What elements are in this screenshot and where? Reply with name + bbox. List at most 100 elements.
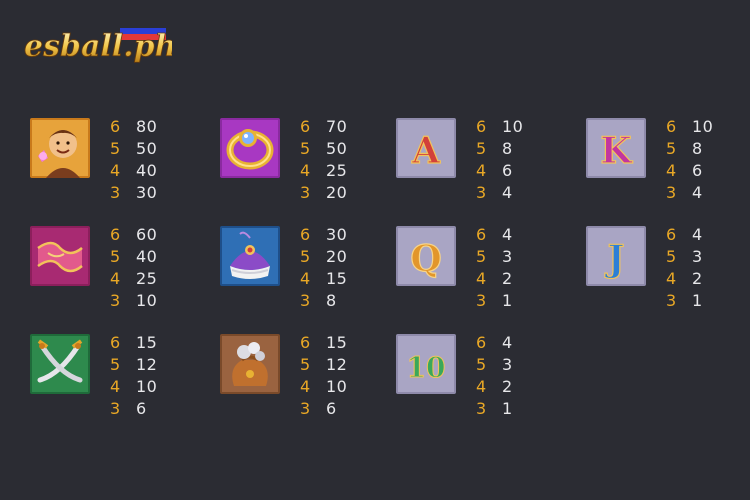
- match-count: 4: [300, 161, 311, 180]
- pay-row: 42: [666, 268, 746, 290]
- turban-icon: [220, 226, 280, 286]
- coin-bag-icon: [220, 334, 280, 394]
- match-count: 3: [666, 183, 677, 202]
- match-count: 3: [300, 291, 311, 310]
- payout: 80: [136, 117, 158, 136]
- pay-row: 42: [476, 376, 556, 398]
- ring-icon: [220, 118, 280, 178]
- pay-row: 31: [476, 398, 556, 420]
- pay-row: 31: [476, 290, 556, 312]
- pay-row: 5 12: [110, 354, 190, 376]
- pay-row: 64: [666, 224, 746, 246]
- payout: 12: [136, 355, 158, 374]
- match-count: 4: [110, 269, 121, 288]
- payout: 10: [692, 117, 714, 136]
- match-count: 4: [110, 377, 121, 396]
- payout: 10: [136, 377, 158, 396]
- match-count: 3: [476, 183, 487, 202]
- match-count: 5: [666, 139, 677, 158]
- pay-row: 34: [666, 182, 746, 204]
- match-count: 6: [300, 117, 311, 136]
- symbol-q: Q 64 53 42 31: [396, 224, 566, 316]
- pay-row: 4 10: [110, 376, 190, 398]
- match-count: 6: [300, 333, 311, 352]
- pay-row: 64: [476, 224, 556, 246]
- pay-row: 36: [300, 398, 380, 420]
- payout: 1: [692, 291, 703, 310]
- number-10-icon: 10: [396, 334, 456, 394]
- pay-row: 5 20: [300, 246, 380, 268]
- symbol-j: J 64 53 42 31: [586, 224, 750, 316]
- match-count: 4: [300, 377, 311, 396]
- symbol-a: A 6 10 58 46 34: [396, 116, 566, 208]
- pay-row: 6 30: [300, 224, 380, 246]
- pay-row: 53: [666, 246, 746, 268]
- match-count: 4: [476, 269, 487, 288]
- symbol-turban: 6 30 5 20 4 15 38: [220, 224, 390, 316]
- match-count: 6: [476, 117, 487, 136]
- pay-row: 6 15: [300, 332, 380, 354]
- svg-text:10: 10: [407, 351, 446, 384]
- match-count: 5: [476, 355, 487, 374]
- payout: 8: [502, 139, 513, 158]
- pay-row: 58: [476, 138, 556, 160]
- pay-row: 4 10: [300, 376, 380, 398]
- letter-a-icon: A: [396, 118, 456, 178]
- pay-row: 64: [476, 332, 556, 354]
- pay-row: 53: [476, 354, 556, 376]
- payout: 20: [326, 247, 348, 266]
- match-count: 6: [476, 225, 487, 244]
- match-count: 3: [110, 399, 121, 418]
- payout: 3: [502, 247, 513, 266]
- symbol-aladdin: 6 80 5 50 4 40 3 30: [30, 116, 200, 208]
- symbol-carpet: 6 60 5 40 4 25 3 10: [30, 225, 200, 316]
- match-count: 6: [110, 333, 121, 352]
- symbol-ring: 6 70 5 50 4 25 3 20: [220, 116, 390, 208]
- pay-row: 6 80: [110, 116, 190, 138]
- payout: 6: [136, 399, 147, 418]
- pay-row: 3 10: [110, 290, 190, 312]
- payout: 1: [502, 291, 513, 310]
- symbol-ten: 10 64 53 42 31: [396, 332, 566, 424]
- payout: 6: [326, 399, 337, 418]
- pay-row: 38: [300, 290, 380, 312]
- payout: 15: [326, 333, 348, 352]
- svg-text:J: J: [604, 238, 624, 280]
- pay-row: 46: [666, 160, 746, 182]
- match-count: 4: [476, 161, 487, 180]
- payout: 1: [502, 399, 513, 418]
- magic-carpet-icon: [30, 226, 90, 286]
- svg-text:Q: Q: [410, 238, 441, 280]
- payout: 4: [692, 225, 703, 244]
- payout: 8: [326, 291, 337, 310]
- pay-row: 5 40: [110, 246, 190, 268]
- match-count: 3: [300, 399, 311, 418]
- payout: 6: [502, 161, 513, 180]
- match-count: 5: [476, 247, 487, 266]
- payout: 40: [136, 161, 158, 180]
- pay-row: 4 40: [110, 160, 190, 182]
- match-count: 5: [110, 355, 121, 374]
- payout: 20: [326, 183, 348, 202]
- match-count: 4: [110, 161, 121, 180]
- payout: 8: [692, 139, 703, 158]
- aladdin-icon: [30, 118, 90, 178]
- match-count: 6: [300, 225, 311, 244]
- match-count: 5: [666, 247, 677, 266]
- payout: 10: [136, 291, 158, 310]
- letter-j-icon: J: [586, 226, 646, 286]
- pay-row: 6 70: [300, 116, 380, 138]
- letter-k-icon: K: [586, 118, 646, 178]
- match-count: 5: [300, 139, 311, 158]
- payout: 40: [136, 247, 158, 266]
- match-count: 5: [300, 355, 311, 374]
- payout: 2: [692, 269, 703, 288]
- pay-row: 58: [666, 138, 746, 160]
- match-count: 3: [110, 291, 121, 310]
- pay-row: 6 10: [476, 116, 556, 138]
- match-count: 6: [110, 225, 121, 244]
- match-count: 3: [110, 183, 121, 202]
- pay-row: 46: [476, 160, 556, 182]
- symbol-swords: 6 15 5 12 4 10 36: [30, 333, 200, 424]
- pay-row: 34: [476, 182, 556, 204]
